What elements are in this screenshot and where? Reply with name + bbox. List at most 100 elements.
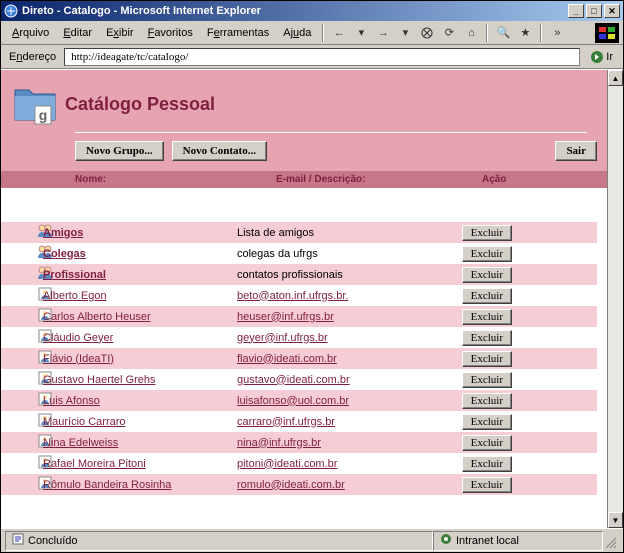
dropdown-icon[interactable]: ▾ bbox=[352, 24, 370, 42]
delete-button[interactable]: Excluir bbox=[462, 267, 512, 283]
table-row: Cláudio Geyer geyer@inf.ufrgs.br Excluir bbox=[1, 327, 597, 348]
email-link[interactable]: pitoni@ideati.com.br bbox=[237, 458, 337, 470]
contact-link[interactable]: Rômulo Bandeira Rosinha bbox=[43, 479, 171, 491]
zone-text: Intranet local bbox=[456, 535, 519, 547]
delete-button[interactable]: Excluir bbox=[462, 477, 512, 493]
status-right: Intranet local bbox=[433, 531, 603, 551]
email-link[interactable]: carraro@inf.ufrgs.br bbox=[237, 416, 335, 428]
menu-editar[interactable]: Editar bbox=[56, 25, 99, 41]
windows-logo-icon bbox=[595, 23, 619, 43]
description-text: Lista de amigos bbox=[237, 227, 314, 239]
content-area: g Catálogo Pessoal Novo Grupo... Novo Co… bbox=[1, 69, 623, 528]
delete-button[interactable]: Excluir bbox=[462, 246, 512, 262]
contact-link[interactable]: Gustavo Haertel Grehs bbox=[43, 374, 156, 386]
menu-ajuda[interactable]: Ajuda bbox=[276, 25, 318, 41]
email-link[interactable]: luisafonso@uol.com.br bbox=[237, 395, 349, 407]
delete-button[interactable]: Excluir bbox=[462, 288, 512, 304]
email-link[interactable]: gustavo@ideati.com.br bbox=[237, 374, 350, 386]
new-contact-button[interactable]: Novo Contato... bbox=[172, 141, 267, 161]
maximize-button[interactable]: □ bbox=[586, 4, 602, 18]
table-row: Profissional contatos profissionais Exclui… bbox=[1, 264, 597, 285]
delete-button[interactable]: Excluir bbox=[462, 414, 512, 430]
resize-grip[interactable] bbox=[603, 531, 619, 551]
url-input[interactable] bbox=[69, 50, 575, 64]
delete-button[interactable]: Excluir bbox=[462, 372, 512, 388]
description-text: contatos profissionais bbox=[237, 269, 343, 281]
contact-link[interactable]: Alberto Egon bbox=[43, 290, 107, 302]
col-header-name: Nome: bbox=[75, 174, 276, 185]
separator bbox=[322, 24, 324, 42]
new-group-button[interactable]: Novo Grupo... bbox=[75, 141, 164, 161]
email-link[interactable]: romulo@ideati.com.br bbox=[237, 479, 345, 491]
go-button[interactable]: Ir bbox=[584, 48, 619, 66]
document-icon bbox=[12, 533, 24, 548]
more-icon[interactable]: » bbox=[548, 24, 566, 42]
back-icon[interactable]: ← bbox=[330, 24, 348, 42]
delete-button[interactable]: Excluir bbox=[462, 309, 512, 325]
page-header: g Catálogo Pessoal Novo Grupo... Novo Co… bbox=[1, 70, 607, 188]
table-row: Colegascolegas da ufrgsExcluir bbox=[1, 243, 597, 264]
vertical-scrollbar[interactable]: ▲ ▼ bbox=[607, 70, 623, 528]
contact-link[interactable]: Nina Edelweiss bbox=[43, 437, 118, 449]
statusbar: Concluído Intranet local bbox=[1, 528, 623, 552]
contact-link[interactable]: Cláudio Geyer bbox=[43, 332, 113, 344]
contact-link[interactable]: Carlos Alberto Heuser bbox=[43, 311, 151, 323]
email-link[interactable]: geyer@inf.ufrgs.br bbox=[237, 332, 328, 344]
email-link[interactable]: beto@aton.inf.ufrgs.br. bbox=[237, 290, 348, 302]
page-content: g Catálogo Pessoal Novo Grupo... Novo Co… bbox=[1, 70, 607, 528]
menu-arquivo[interactable]: Arquivo bbox=[5, 25, 56, 41]
data-table: AmigosLista de amigosExcluirColegascoleg… bbox=[1, 188, 607, 507]
table-row: Gustavo Haertel Grehs gustavo@ideati.com.… bbox=[1, 369, 597, 390]
delete-button[interactable]: Excluir bbox=[462, 225, 512, 241]
minimize-button[interactable]: _ bbox=[568, 4, 584, 18]
url-input-container[interactable] bbox=[64, 48, 580, 66]
home-icon[interactable]: ⌂ bbox=[462, 24, 480, 42]
favorites-icon[interactable]: ★ bbox=[516, 24, 534, 42]
separator bbox=[540, 24, 542, 42]
titlebar: Direto - Catalogo - Microsoft Internet E… bbox=[1, 1, 623, 21]
window-title: Direto - Catalogo - Microsoft Internet E… bbox=[22, 5, 566, 17]
contact-link[interactable]: Luis Afonso bbox=[43, 395, 100, 407]
delete-button[interactable]: Excluir bbox=[462, 456, 512, 472]
delete-button[interactable]: Excluir bbox=[462, 435, 512, 451]
separator bbox=[486, 24, 488, 42]
search-icon[interactable]: 🔍 bbox=[494, 24, 512, 42]
scroll-up-button[interactable]: ▲ bbox=[608, 70, 623, 86]
table-row: Luis Afonso luisafonso@uol.com.br Excluir bbox=[1, 390, 597, 411]
folder-icon: g bbox=[11, 80, 59, 128]
table-row: Carlos Alberto Heuser heuser@inf.ufrgs.br… bbox=[1, 306, 597, 327]
svg-text:g: g bbox=[39, 107, 48, 123]
delete-button[interactable]: Excluir bbox=[462, 393, 512, 409]
ie-icon bbox=[4, 4, 18, 18]
column-header: Nome: E-mail / Descrição: Ação bbox=[1, 171, 607, 188]
page-title: Catálogo Pessoal bbox=[65, 94, 215, 115]
dropdown-icon[interactable]: ▾ bbox=[396, 24, 414, 42]
contact-link[interactable]: Flávio (IdeaTI) bbox=[43, 353, 114, 365]
delete-button[interactable]: Excluir bbox=[462, 351, 512, 367]
table-row: Rafael Moreira Pitoni pitoni@ideati.com.b… bbox=[1, 453, 597, 474]
refresh-icon[interactable]: ⟳ bbox=[440, 24, 458, 42]
menu-favoritos[interactable]: Favoritos bbox=[141, 25, 200, 41]
col-header-action: Ação bbox=[482, 174, 607, 185]
menu-exibir[interactable]: Exibir bbox=[99, 25, 141, 41]
close-button[interactable]: ✕ bbox=[604, 4, 620, 18]
group-link[interactable]: Colegas bbox=[43, 248, 86, 260]
forward-icon[interactable]: → bbox=[374, 24, 392, 42]
status-text: Concluído bbox=[28, 535, 78, 547]
contact-link[interactable]: Rafael Moreira Pitoni bbox=[43, 458, 146, 470]
menu-ferramentas[interactable]: Ferramentas bbox=[200, 25, 276, 41]
email-link[interactable]: flavio@ideati.com.br bbox=[237, 353, 337, 365]
group-link[interactable]: Amigos bbox=[43, 227, 83, 239]
scroll-track[interactable] bbox=[608, 86, 623, 512]
email-link[interactable]: nina@inf.ufrgs.br bbox=[237, 437, 321, 449]
group-link[interactable]: Profissional bbox=[43, 269, 106, 281]
exit-button[interactable]: Sair bbox=[555, 141, 597, 161]
delete-button[interactable]: Excluir bbox=[462, 330, 512, 346]
status-left: Concluído bbox=[5, 531, 433, 551]
contact-link[interactable]: Maurício Carraro bbox=[43, 416, 126, 428]
email-link[interactable]: heuser@inf.ufrgs.br bbox=[237, 311, 334, 323]
table-row: Amigos Lista de amigos Excluir bbox=[1, 222, 597, 243]
stop-icon[interactable] bbox=[418, 24, 436, 42]
addressbar: Endereço Ir bbox=[1, 45, 623, 69]
scroll-down-button[interactable]: ▼ bbox=[608, 512, 623, 528]
